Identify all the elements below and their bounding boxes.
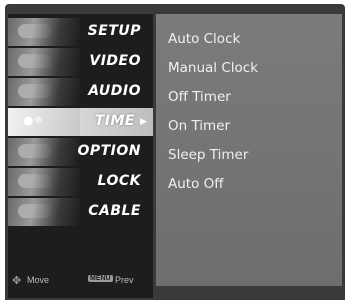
audio-icon — [8, 78, 80, 106]
help-bar: ✥ Move MENU Prev — [12, 272, 152, 288]
menu-item-label: CABLE — [88, 203, 141, 219]
menu-item-label: OPTION — [77, 143, 141, 159]
submenu-item-auto-off[interactable]: Auto Off — [168, 176, 224, 192]
menu-item-video[interactable]: VIDEO — [8, 48, 153, 76]
video-icon — [8, 48, 80, 76]
menu-item-time[interactable]: TIME ▶ — [8, 108, 153, 136]
setup-icon — [8, 18, 80, 46]
chevron-right-icon: ▶ — [140, 116, 147, 126]
menu-item-label: LOCK — [97, 173, 141, 189]
menu-item-option[interactable]: OPTION — [8, 138, 153, 166]
submenu-item-off-timer[interactable]: Off Timer — [168, 89, 231, 105]
menu-item-setup[interactable]: SETUP — [8, 18, 153, 46]
menu-item-lock[interactable]: LOCK — [8, 168, 153, 196]
lock-icon — [8, 168, 80, 196]
menu-item-audio[interactable]: AUDIO — [8, 78, 153, 106]
time-icon — [8, 108, 80, 136]
submenu-item-on-timer[interactable]: On Timer — [168, 118, 230, 134]
time-submenu: Auto Clock Manual Clock Off Timer On Tim… — [156, 14, 342, 286]
menu-item-label: AUDIO — [88, 83, 141, 99]
move-arrows-icon: ✥ — [12, 275, 22, 287]
cable-icon — [8, 198, 80, 226]
option-icon — [8, 138, 80, 166]
submenu-item-manual-clock[interactable]: Manual Clock — [168, 60, 258, 76]
menu-item-label: TIME — [94, 113, 135, 129]
menu-key-icon: MENU — [88, 275, 113, 282]
menu-item-label: VIDEO — [89, 53, 141, 69]
submenu-item-auto-clock[interactable]: Auto Clock — [168, 31, 240, 47]
prev-label: Prev — [115, 275, 134, 285]
menu-item-cable[interactable]: CABLE — [8, 198, 153, 226]
move-label: Move — [27, 275, 50, 285]
menu-item-label: SETUP — [87, 23, 141, 39]
submenu-item-sleep-timer[interactable]: Sleep Timer — [168, 147, 248, 163]
main-menu: SETUP VIDEO AUDIO TIME ▶ OPTION LOCK CAB… — [8, 14, 153, 298]
